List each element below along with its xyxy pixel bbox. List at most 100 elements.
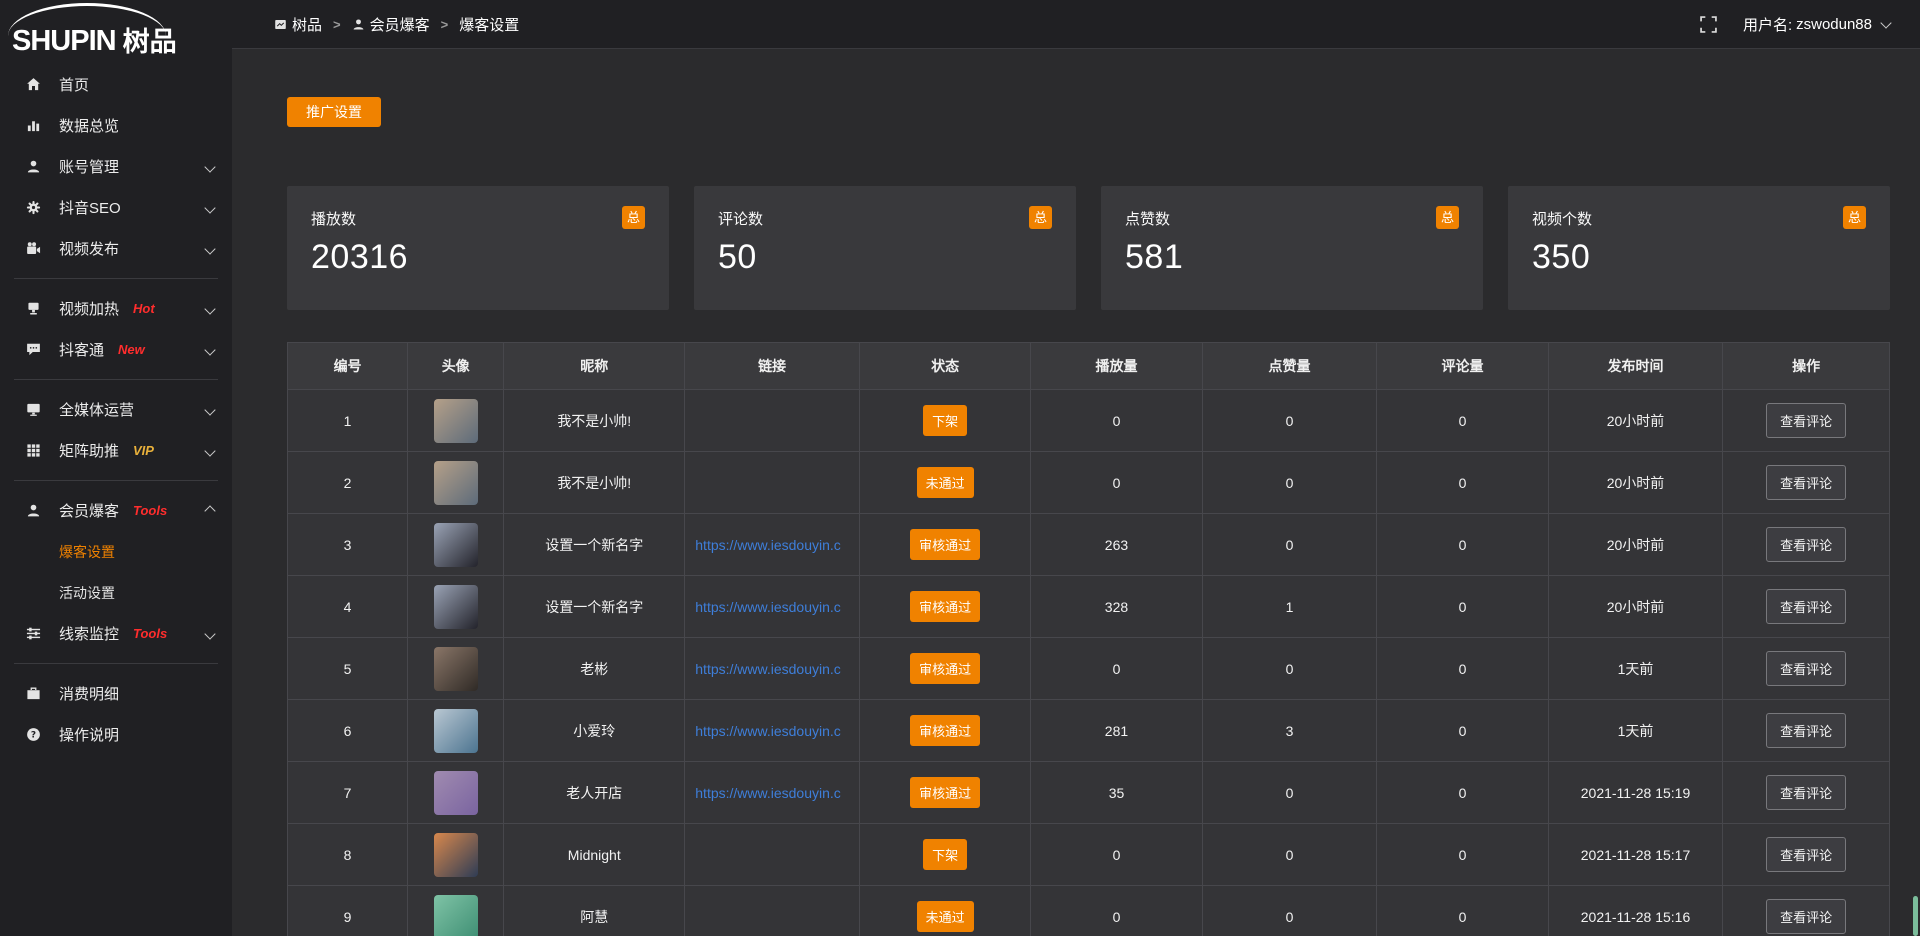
sidebar-subitem[interactable]: 活动设置 — [0, 572, 232, 613]
plays-cell: 328 — [1031, 576, 1202, 638]
nickname-cell: 我不是小帅! — [504, 452, 685, 514]
logo[interactable]: SHUPIN 树品 — [0, 0, 232, 56]
status-badge: 未通过 — [917, 901, 974, 932]
chevron-down-icon — [206, 341, 214, 358]
page: SHUPIN 树品 首页数据总览账号管理抖音SEO 视频发布视频加热Hot抖客通N… — [0, 0, 1920, 936]
svg-text:?: ? — [31, 731, 36, 741]
chevron-down-icon — [206, 300, 214, 317]
sidebar-item[interactable]: ?操作说明 — [0, 714, 232, 755]
action-cell: 查看评论 — [1723, 824, 1890, 886]
heat-icon — [26, 301, 50, 316]
plays-cell: 35 — [1031, 762, 1202, 824]
status-badge: 审核通过 — [910, 591, 980, 622]
chevron-down-icon — [206, 625, 214, 642]
stat-label: 视频个数 — [1532, 208, 1866, 229]
sidebar-item[interactable]: 线索监控Tools — [0, 613, 232, 654]
action-cell: 查看评论 — [1723, 576, 1890, 638]
sidebar-item[interactable]: 会员爆客Tools — [0, 490, 232, 531]
user-icon — [26, 159, 50, 174]
comments-cell: 0 — [1377, 638, 1548, 700]
video-link[interactable]: https://www.iesdouyin.c — [689, 661, 855, 677]
column-header: 状态 — [859, 343, 1030, 390]
id-cell: 4 — [288, 576, 408, 638]
video-table: 编号头像昵称链接状态播放量点赞量评论量发布时间操作 1我不是小帅!下架00020… — [287, 342, 1890, 936]
sidebar-item[interactable]: 矩阵助推VIP — [0, 430, 232, 471]
sidebar-item-label: 抖音SEO — [59, 197, 121, 218]
view-comments-button[interactable]: 查看评论 — [1766, 713, 1846, 748]
breadcrumb-link[interactable]: 树品 — [274, 14, 322, 35]
user-menu[interactable]: 用户名: zswodun88 — [1743, 14, 1890, 35]
view-comments-button[interactable]: 查看评论 — [1766, 651, 1846, 686]
breadcrumb-current: 爆客设置 — [459, 14, 519, 35]
stat-label: 播放数 — [311, 208, 645, 229]
avatar — [434, 709, 478, 753]
breadcrumb-link[interactable]: 会员爆客 — [352, 14, 430, 35]
avatar-cell — [408, 638, 504, 700]
view-comments-button[interactable]: 查看评论 — [1766, 775, 1846, 810]
status-badge: 未通过 — [917, 467, 974, 498]
video-link[interactable]: https://www.iesdouyin.c — [689, 723, 855, 739]
stat-total-badge: 总 — [1029, 206, 1052, 229]
avatar-cell — [408, 514, 504, 576]
stat-total-badge: 总 — [1436, 206, 1459, 229]
video-link[interactable]: https://www.iesdouyin.c — [689, 785, 855, 801]
link-cell: https://www.iesdouyin.c — [685, 514, 860, 576]
user-icon — [352, 18, 365, 31]
help-icon: ? — [26, 727, 50, 742]
menu-divider — [14, 278, 218, 279]
avatar-cell — [408, 700, 504, 762]
avatar — [434, 833, 478, 877]
view-comments-button[interactable]: 查看评论 — [1766, 527, 1846, 562]
username-label: 用户名: — [1743, 14, 1792, 35]
scrollbar-thumb[interactable] — [1913, 896, 1918, 936]
id-cell: 3 — [288, 514, 408, 576]
sidebar-subitem-active[interactable]: 爆客设置 — [0, 531, 232, 572]
video-link[interactable]: https://www.iesdouyin.c — [689, 537, 855, 553]
sidebar-item[interactable]: 视频加热Hot — [0, 288, 232, 329]
view-comments-button[interactable]: 查看评论 — [1766, 403, 1846, 438]
column-header: 点赞量 — [1202, 343, 1377, 390]
fullscreen-icon[interactable] — [1700, 16, 1717, 33]
sidebar-item[interactable]: 全媒体运营 — [0, 389, 232, 430]
link-cell: https://www.iesdouyin.c — [685, 576, 860, 638]
view-comments-button[interactable]: 查看评论 — [1766, 589, 1846, 624]
view-comments-button[interactable]: 查看评论 — [1766, 837, 1846, 872]
table-row: 4设置一个新名字https://www.iesdouyin.c审核通过32810… — [288, 576, 1890, 638]
sidebar-item[interactable]: 首页 — [0, 64, 232, 105]
chevron-down-icon — [206, 240, 214, 257]
action-cell: 查看评论 — [1723, 514, 1890, 576]
video-icon — [26, 241, 50, 256]
sidebar-item[interactable]: 视频发布 — [0, 228, 232, 269]
stat-cards: 播放数20316总评论数50总点赞数581总视频个数350总 — [287, 186, 1890, 310]
promo-settings-button[interactable]: 推广设置 — [287, 97, 381, 127]
avatar-cell — [408, 886, 504, 936]
view-comments-button[interactable]: 查看评论 — [1766, 465, 1846, 500]
action-cell: 查看评论 — [1723, 452, 1890, 514]
avatar — [434, 399, 478, 443]
sidebar-item-label: 全媒体运营 — [59, 399, 134, 420]
table-row: 9阿慧未通过0002021-11-28 15:16查看评论 — [288, 886, 1890, 936]
video-link[interactable]: https://www.iesdouyin.c — [689, 599, 855, 615]
link-cell: https://www.iesdouyin.c — [685, 700, 860, 762]
view-comments-button[interactable]: 查看评论 — [1766, 899, 1846, 934]
action-cell: 查看评论 — [1723, 762, 1890, 824]
nickname-cell: 老彬 — [504, 638, 685, 700]
avatar — [434, 585, 478, 629]
table-row: 7老人开店https://www.iesdouyin.c审核通过35002021… — [288, 762, 1890, 824]
avatar-cell — [408, 390, 504, 452]
chevron-down-icon — [206, 199, 214, 216]
sidebar-item[interactable]: 抖客通New — [0, 329, 232, 370]
sidebar-item[interactable]: 消费明细 — [0, 673, 232, 714]
sidebar-item[interactable]: 抖音SEO — [0, 187, 232, 228]
stat-value: 350 — [1532, 238, 1866, 277]
status-cell: 审核通过 — [859, 762, 1030, 824]
status-badge: 下架 — [923, 405, 967, 436]
likes-cell: 0 — [1202, 824, 1377, 886]
id-cell: 9 — [288, 886, 408, 936]
sidebar-item-label: 消费明细 — [59, 683, 119, 704]
sidebar-item[interactable]: 账号管理 — [0, 146, 232, 187]
sidebar-item-label: 视频加热 — [59, 298, 119, 319]
sidebar-item[interactable]: 数据总览 — [0, 105, 232, 146]
menu-divider — [14, 663, 218, 664]
status-badge: 审核通过 — [910, 529, 980, 560]
